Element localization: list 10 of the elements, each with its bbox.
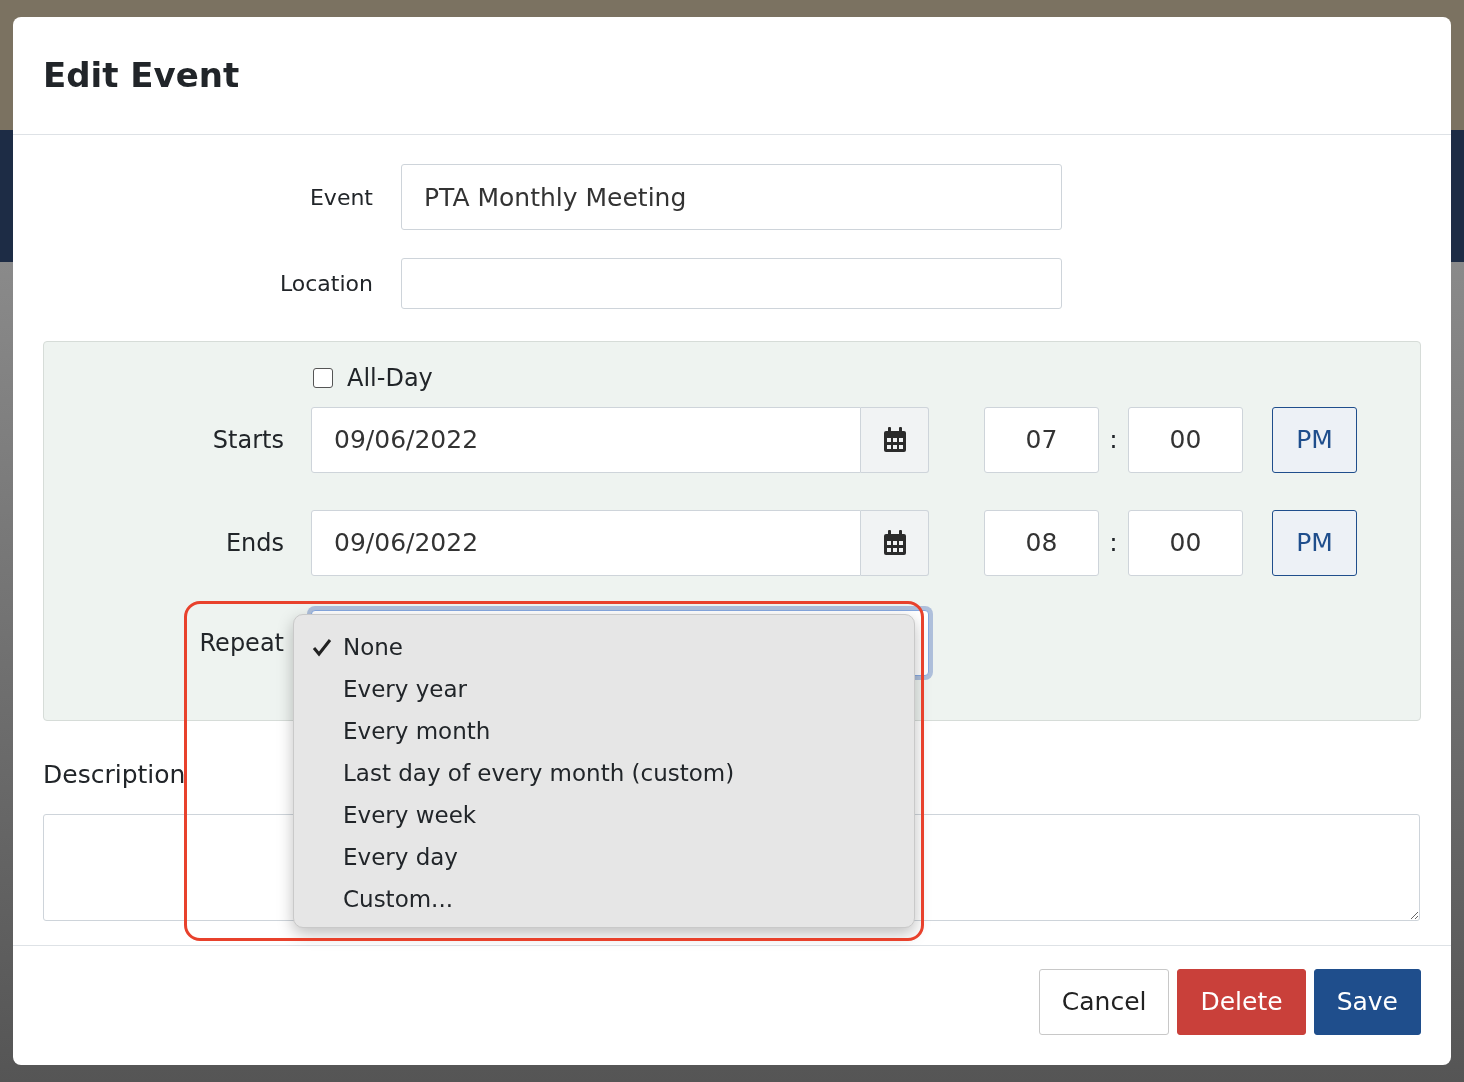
dialog-title: Edit Event [43, 55, 240, 96]
time-separator: : [1108, 527, 1119, 560]
checkbox-label: All-Day [347, 363, 433, 394]
field-label: Repeat [198, 628, 284, 659]
field-label: Event [308, 183, 373, 212]
field-label: Starts [211, 425, 284, 456]
field-label: Ends [224, 528, 284, 559]
field-label: Description [43, 759, 186, 791]
time-separator: : [1108, 424, 1119, 457]
field-label: Location [278, 270, 373, 298]
